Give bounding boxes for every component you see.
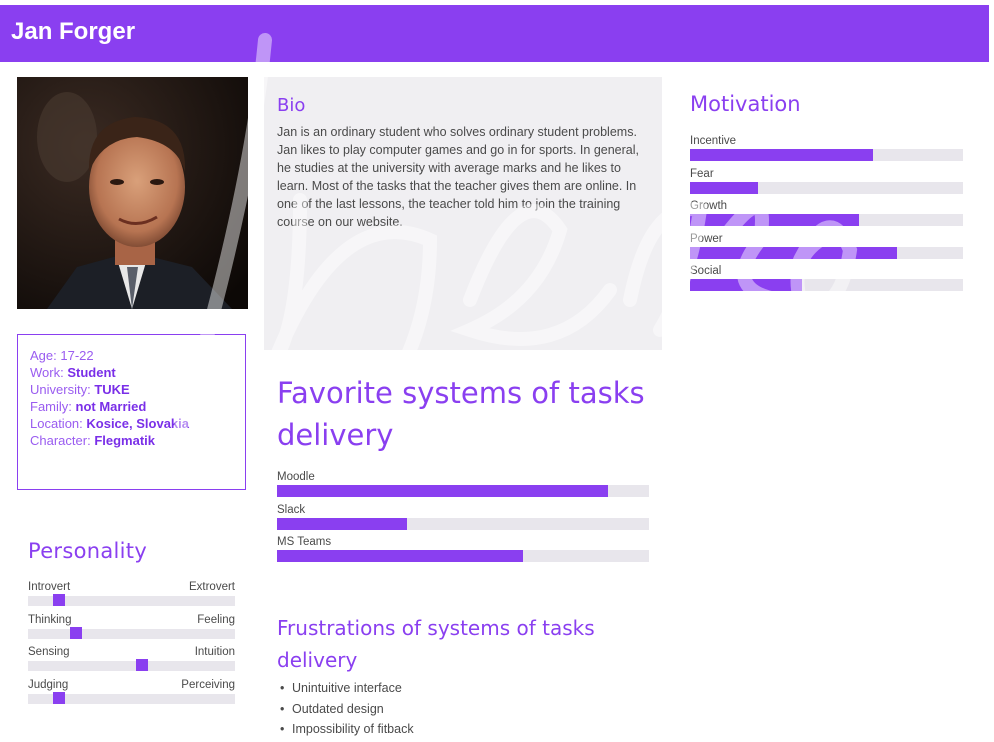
trait-right-label: Perceiving: [181, 678, 235, 691]
bio-title: Bio: [277, 95, 306, 116]
motivation-title: Motivation: [690, 92, 801, 116]
bio-panel: Bio Jan is an ordinary student who solve…: [264, 77, 662, 350]
list-item: Impossibility of fitback: [278, 719, 414, 740]
trait-left-label: Sensing: [28, 646, 70, 658]
header-bar: Jan Forger: [0, 5, 989, 62]
trait-marker: [53, 594, 66, 606]
personality-title: Personality: [28, 539, 148, 563]
trait-left-label: Introvert: [28, 581, 71, 593]
bar-fill: [690, 149, 873, 161]
bar-fill: [690, 214, 860, 226]
motivation-bar-social: Social: [690, 264, 963, 291]
bar-fill: [690, 279, 802, 291]
frustrations-list: Unintuitive interface Outdated design Im…: [278, 678, 414, 740]
list-item: Outdated design: [278, 699, 414, 720]
motivation-bar-fear: Fear: [690, 167, 963, 194]
bar-track: [690, 279, 963, 291]
bar-label: Power: [690, 232, 723, 245]
profile-info-box: Age: 17-22 Work: Student University: TUK…: [17, 334, 246, 490]
trait-thinking-feeling: Thinking Feeling: [28, 614, 235, 639]
bar-track: [690, 246, 963, 259]
bar-label: Fear: [690, 167, 714, 180]
trait-right-label: Feeling: [197, 613, 235, 626]
character-row: Character: Flegmatik: [30, 433, 156, 448]
trait-left-label: Thinking: [28, 613, 72, 626]
trait-marker: [135, 659, 148, 671]
bar-track: [690, 149, 963, 161]
trait-track: [28, 691, 235, 704]
bar-track: [277, 517, 649, 530]
list-item: Unintuitive interface: [278, 678, 414, 699]
trait-introvert-extrovert: Introvert Extrovert: [28, 581, 235, 606]
favorite-bar-slack: Slack: [277, 503, 649, 530]
trait-judging-perceiving: Judging Perceiving: [28, 679, 235, 704]
bar-label: Slack: [277, 503, 306, 516]
bar-fill: [690, 246, 898, 259]
trait-marker: [53, 691, 66, 704]
persona-photo: [17, 77, 248, 309]
favorite-bar-moodle: Moodle: [277, 470, 649, 497]
work-row: Work: Student: [30, 365, 116, 380]
trait-labels: Sensing Intuition: [28, 646, 235, 661]
bar-fill: [690, 181, 759, 194]
family-row: Family: not Married: [30, 399, 147, 414]
bar-label: Growth: [690, 200, 728, 212]
trait-labels: Thinking Feeling: [28, 614, 235, 629]
bar-label: Incentive: [690, 135, 737, 147]
favorite-bar-ms-teams: MS Teams: [277, 535, 649, 562]
trait-left-label: Judging: [28, 678, 69, 691]
bar-track: [690, 214, 963, 226]
bar-track: [690, 181, 963, 194]
frustrations-title: Frustrations of systems of tasks deliver…: [277, 616, 595, 672]
trait-track: [28, 626, 235, 639]
motivation-bar-power: Power: [690, 232, 963, 259]
trait-right-label: Intuition: [194, 646, 235, 658]
motivation-bar-incentive: Incentive: [690, 134, 963, 161]
bar-label: Moodle: [277, 471, 315, 483]
persona-name: Jan Forger: [11, 18, 136, 45]
trait-right-label: Extrovert: [188, 581, 235, 593]
trait-sensing-intuition: Sensing Intuition: [28, 646, 235, 671]
age-row: Age: 17-22: [30, 348, 94, 363]
bar-fill: [277, 485, 609, 497]
location-row: Location: Kosice, Slovakia: [30, 416, 190, 431]
bar-fill: [277, 550, 523, 562]
trait-track: [28, 594, 235, 606]
trait-marker: [69, 626, 82, 639]
bar-label: MS Teams: [277, 536, 332, 548]
bar-track: [277, 485, 649, 497]
bar-track: [277, 550, 649, 562]
university-row: University: TUKE: [30, 382, 130, 397]
bio-text: Jan is an ordinary student who solves or…: [277, 125, 639, 229]
bar-fill: [277, 517, 408, 530]
motivation-bar-growth: Growth: [690, 199, 963, 226]
favorite-systems-title: Favorite systems of tasks delivery: [277, 376, 645, 452]
trait-track: [28, 659, 235, 671]
bar-label: Social: [690, 265, 722, 277]
